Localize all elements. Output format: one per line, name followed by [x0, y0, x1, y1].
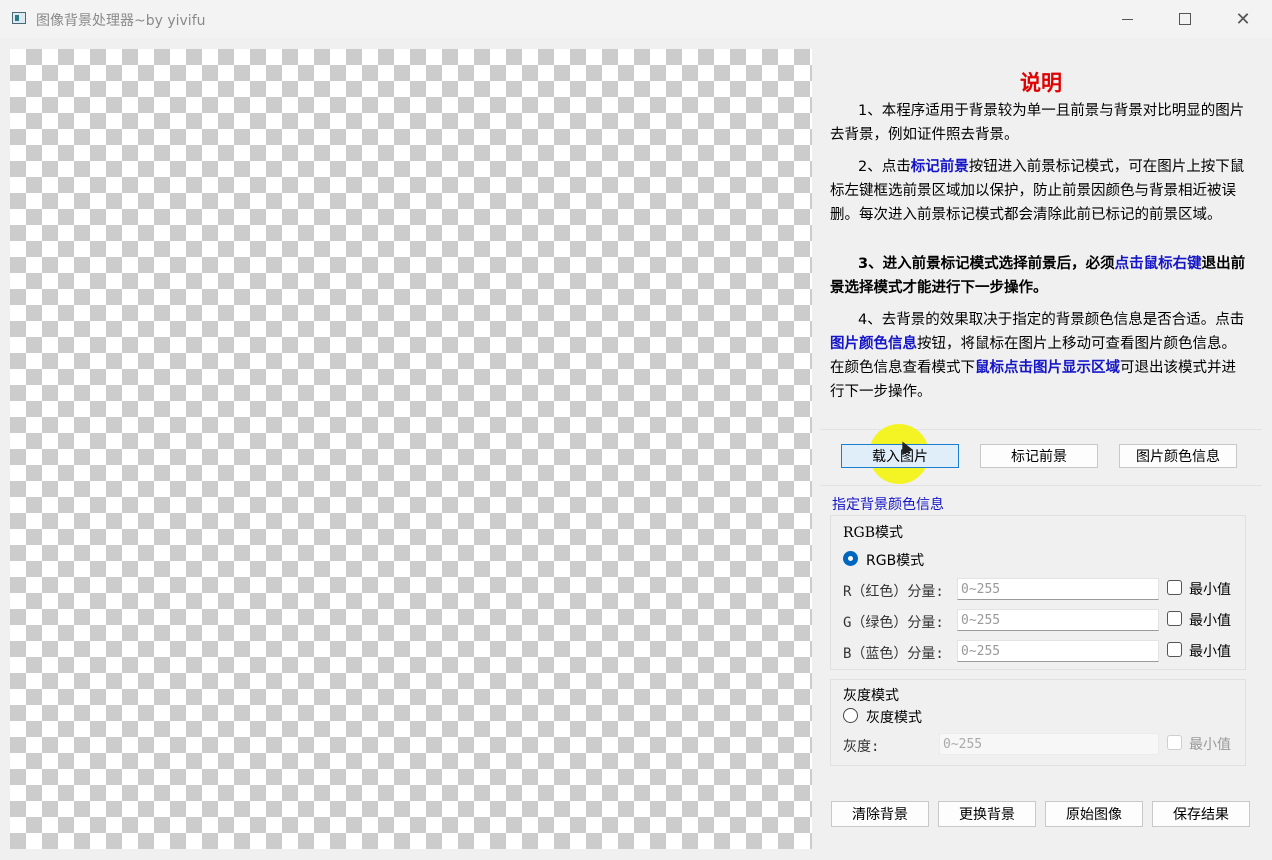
help-title: 说明 [1020, 70, 1062, 95]
window-title: 图像背景处理器~by yivifu [36, 13, 206, 29]
highlight-right-click: 点击鼠标右键 [1114, 256, 1202, 272]
save-result-button[interactable]: 保存结果 [1152, 801, 1250, 827]
original-image-button[interactable]: 原始图像 [1045, 801, 1143, 827]
b-channel-input[interactable]: 0~255 [957, 640, 1159, 662]
replace-background-button[interactable]: 更换背景 [938, 801, 1036, 827]
help-paragraph-3: 3、进入前景标记模式选择前景后，必须点击鼠标右键退出前景选择模式才能进行下一步操… [830, 256, 1246, 296]
minimize-button[interactable] [1098, 0, 1156, 38]
gray-min-checkbox[interactable] [1167, 735, 1182, 750]
help-paragraph-4: 4、去背景的效果取决于指定的背景颜色信息是否合适。点击图片颜色信息按钮，将鼠标在… [830, 312, 1245, 400]
clear-background-button[interactable]: 清除背景 [831, 801, 929, 827]
image-canvas[interactable] [10, 49, 812, 849]
highlight-color-info: 图片颜色信息 [830, 336, 917, 352]
title-bar: 图像背景处理器~by yivifu ✕ [0, 0, 1272, 38]
action-button-row: 载入图片 标记前景 图片颜色信息 [820, 424, 1262, 486]
b-min-label[interactable]: 最小值 [1189, 641, 1231, 661]
b-min-checkbox[interactable] [1167, 642, 1182, 657]
close-button[interactable]: ✕ [1214, 0, 1272, 38]
rgb-mode-radio[interactable] [843, 551, 858, 566]
help-paragraph-2: 2、点击标记前景按钮进入前景标记模式，可在图片上按下鼠标左键框选前景区域加以保护… [830, 159, 1245, 223]
minimize-icon [1121, 18, 1133, 20]
gray-group-label: 灰度模式 [843, 688, 899, 704]
gray-mode-radio[interactable] [843, 708, 858, 723]
image-color-info-button[interactable]: 图片颜色信息 [1119, 444, 1237, 468]
gray-value-input[interactable]: 0~255 [939, 733, 1159, 755]
g-channel-label: G（绿色）分量: [843, 615, 944, 631]
help-section: 说明 1、本程序适用于背景较为单一且前景与背景对比明显的图片去背景，例如证件照去… [820, 49, 1262, 414]
rgb-mode-radio-label[interactable]: RGB模式 [866, 550, 924, 570]
r-min-checkbox[interactable] [1167, 580, 1182, 595]
r-channel-label: R（红色）分量: [843, 584, 944, 600]
maximize-icon [1179, 13, 1191, 25]
app-icon [12, 12, 26, 24]
close-icon: ✕ [1235, 8, 1251, 30]
control-panel: 说明 1、本程序适用于背景较为单一且前景与背景对比明显的图片去背景，例如证件照去… [820, 49, 1262, 849]
gray-value-label: 灰度: [843, 739, 880, 755]
highlight-mark-foreground: 标记前景 [910, 159, 969, 175]
maximize-button[interactable] [1156, 0, 1214, 38]
mark-foreground-button[interactable]: 标记前景 [980, 444, 1098, 468]
rgb-mode-group: RGB模式 RGB模式 R（红色）分量: 0~255 最小值 G（绿色）分量: … [830, 515, 1246, 670]
bg-color-group-title: 指定背景颜色信息 [832, 497, 944, 513]
r-min-label[interactable]: 最小值 [1189, 579, 1231, 599]
help-paragraph-1: 1、本程序适用于背景较为单一且前景与背景对比明显的图片去背景，例如证件照去背景。 [830, 103, 1245, 143]
g-min-checkbox[interactable] [1167, 611, 1182, 626]
b-channel-label: B（蓝色）分量: [843, 646, 944, 662]
highlight-click-image: 鼠标点击图片显示区域 [975, 360, 1120, 376]
rgb-group-label: RGB模式 [843, 525, 904, 541]
gray-mode-group: 灰度模式 灰度模式 灰度: 0~255 最小值 [830, 679, 1246, 766]
g-channel-input[interactable]: 0~255 [957, 609, 1159, 631]
g-min-label[interactable]: 最小值 [1189, 610, 1231, 630]
gray-min-label[interactable]: 最小值 [1189, 734, 1231, 754]
r-channel-input[interactable]: 0~255 [957, 578, 1159, 600]
gray-mode-radio-label[interactable]: 灰度模式 [866, 707, 922, 727]
